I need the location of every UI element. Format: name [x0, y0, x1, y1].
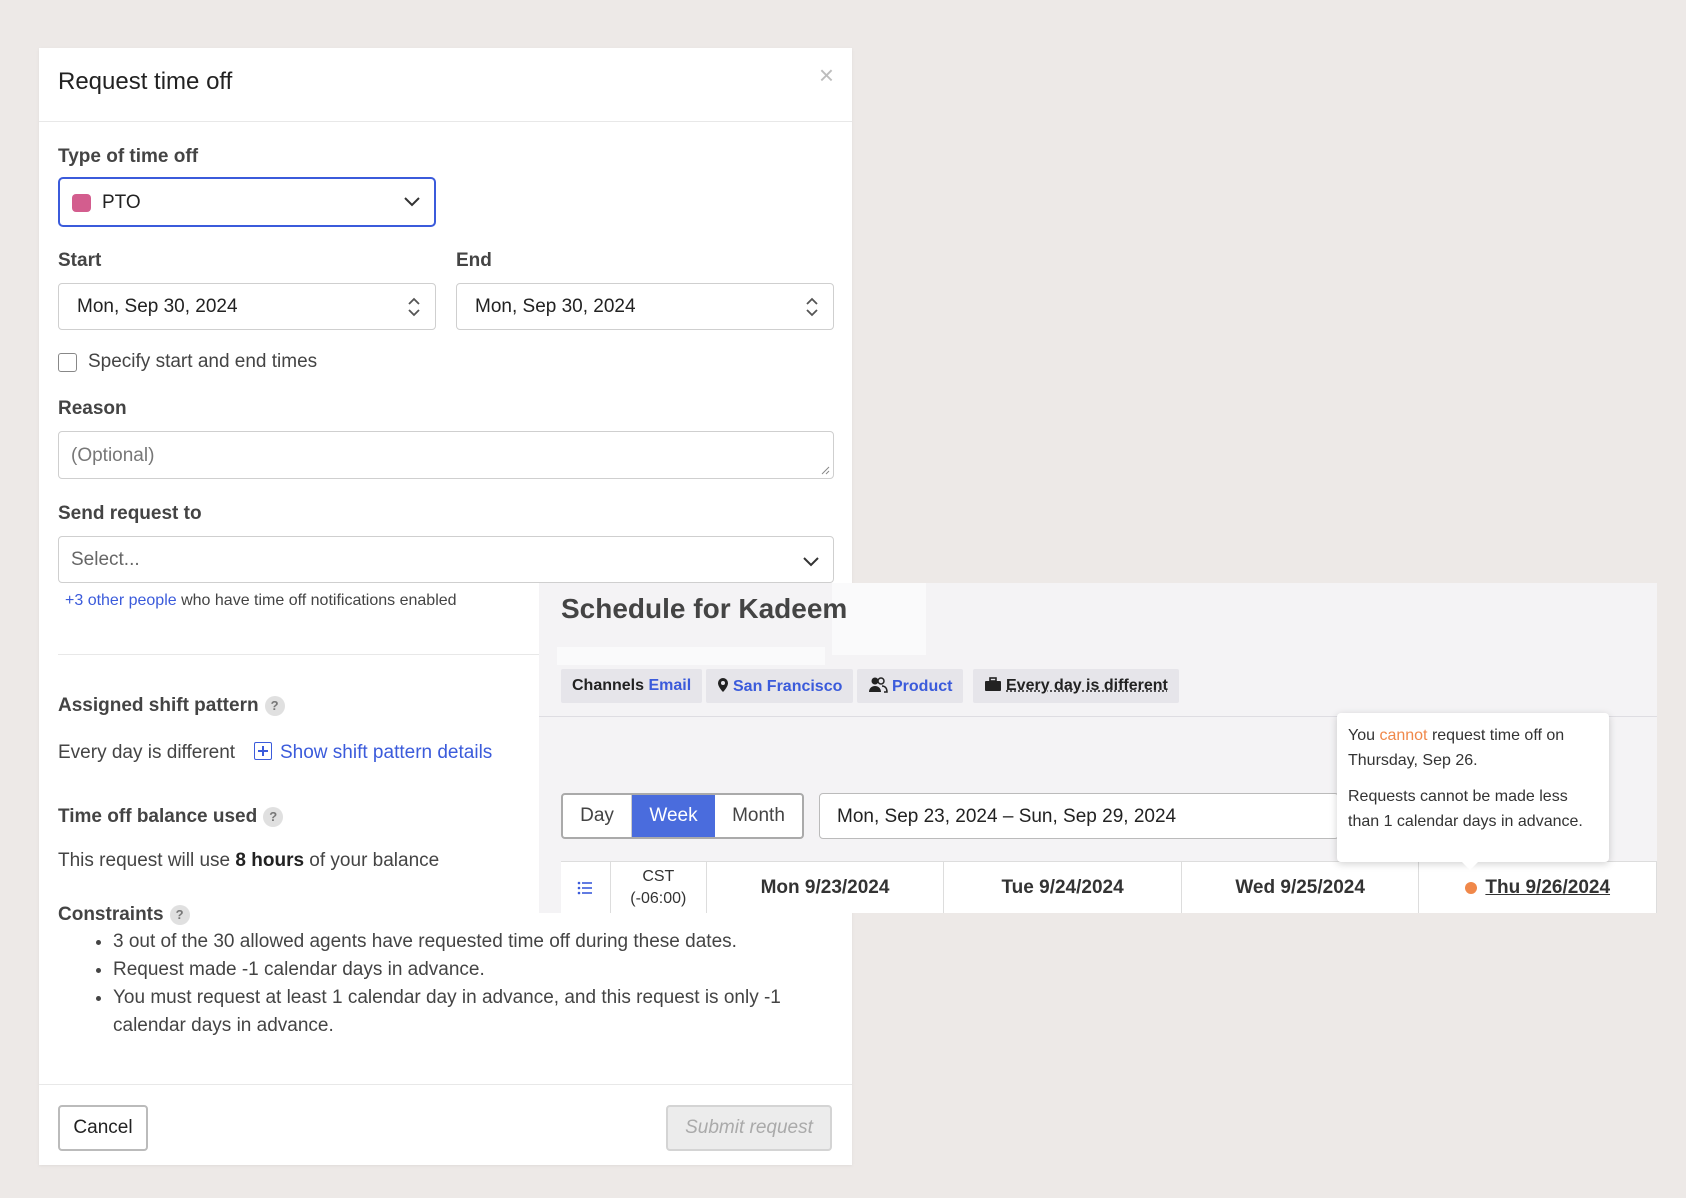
- time-off-type-select[interactable]: PTO: [58, 177, 436, 227]
- channels-label: Channels: [572, 677, 645, 694]
- notification-text: who have time off notifications enabled: [176, 592, 457, 609]
- reason-placeholder: (Optional): [71, 445, 155, 466]
- timezone-offset: (-06:00): [630, 889, 687, 907]
- balance-suffix: of your balance: [304, 850, 440, 871]
- day-header-tue[interactable]: Tue 9/24/2024: [944, 862, 1182, 913]
- type-value: PTO: [102, 192, 141, 213]
- channels-chip: Channels Email: [561, 669, 703, 703]
- pto-color-swatch: [72, 194, 91, 212]
- view-day-button[interactable]: Day: [563, 795, 632, 837]
- reason-label: Reason: [58, 398, 127, 419]
- help-icon[interactable]: ?: [263, 806, 284, 827]
- pattern-value: Every day is different: [1006, 677, 1168, 694]
- chevron-down-icon: [404, 197, 420, 207]
- tooltip-warn: cannot: [1379, 727, 1428, 744]
- send-to-select[interactable]: Select...: [58, 536, 834, 583]
- location-chip[interactable]: San Francisco: [706, 669, 854, 703]
- day-header-wed[interactable]: Wed 9/25/2024: [1182, 862, 1420, 913]
- specify-times-checkbox[interactable]: [58, 353, 77, 372]
- start-date-value: Mon, Sep 30, 2024: [77, 296, 238, 317]
- day-header-thu-label: Thu 9/26/2024: [1485, 876, 1611, 898]
- date-range-field[interactable]: Mon, Sep 23, 2024 – Sun, Sep 29, 2024: [819, 793, 1339, 839]
- view-switcher: Day Week Month: [561, 793, 804, 839]
- start-date-field[interactable]: Mon, Sep 30, 2024: [58, 283, 436, 330]
- shift-pattern-label: Assigned shift pattern: [58, 695, 259, 716]
- timezone-cell: CST (-06:00): [611, 862, 707, 913]
- tooltip-line2: Requests cannot be made less than 1 cale…: [1348, 788, 1583, 830]
- tooltip-prefix: You: [1348, 727, 1380, 744]
- other-people-link[interactable]: +3 other people: [65, 592, 177, 609]
- tooltip-line1: You cannot request time off on Thursday,…: [1348, 723, 1598, 773]
- constraints-list: 3 out of the 30 allowed agents have requ…: [103, 928, 793, 1040]
- warning-dot-icon: [1465, 881, 1478, 894]
- channels-value[interactable]: Email: [648, 677, 691, 694]
- updown-chevron-icon: [408, 297, 420, 317]
- submit-request-button[interactable]: Submit request: [666, 1105, 832, 1151]
- constraint-item: Request made -1 calendar days in advance…: [113, 956, 793, 984]
- start-label: Start: [58, 250, 102, 271]
- schedule-title: Schedule for Kadeem: [561, 593, 848, 624]
- constraints-label: Constraints: [58, 904, 164, 925]
- notification-note: +3 other people who have time off notifi…: [65, 592, 457, 610]
- plus-square-icon: [254, 742, 272, 760]
- footer-divider: [39, 1084, 852, 1085]
- show-shift-pattern-link[interactable]: Show shift pattern details: [254, 742, 492, 764]
- type-label: Type of time off: [58, 146, 199, 167]
- end-label: End: [456, 250, 492, 271]
- briefcase-icon: [985, 677, 1001, 691]
- help-icon[interactable]: ?: [264, 695, 285, 716]
- day-header-mon[interactable]: Mon 9/23/2024: [707, 862, 945, 913]
- cannot-request-tooltip: You cannot request time off on Thursday,…: [1337, 713, 1609, 870]
- team-value: Product: [892, 678, 953, 695]
- modal-header: Request time off ×: [39, 48, 852, 122]
- help-icon[interactable]: ?: [169, 904, 190, 925]
- balance-amount: 8 hours: [235, 850, 305, 871]
- constraints-heading: Constraints?: [58, 904, 190, 926]
- team-chip[interactable]: Product: [857, 669, 964, 703]
- constraint-item: 3 out of the 30 allowed agents have requ…: [113, 928, 793, 956]
- show-shift-pattern-label: Show shift pattern details: [280, 742, 493, 763]
- close-icon[interactable]: ×: [819, 62, 834, 88]
- chevron-down-icon: [803, 557, 819, 567]
- balance-text: This request will use 8 hours of your ba…: [58, 850, 439, 872]
- week-grid-header: CST (-06:00) Mon 9/23/2024 Tue 9/24/2024…: [561, 861, 1657, 913]
- people-icon: [869, 677, 888, 693]
- send-to-placeholder: Select...: [71, 549, 140, 570]
- specify-times-label: Specify start and end times: [88, 351, 318, 372]
- resize-grip-icon[interactable]: [820, 465, 830, 475]
- view-week-button[interactable]: Week: [632, 795, 715, 837]
- day-header-thu[interactable]: Thu 9/26/2024: [1419, 862, 1657, 913]
- location-value: San Francisco: [733, 678, 843, 695]
- reason-textarea[interactable]: (Optional): [58, 431, 834, 479]
- shift-pattern-heading: Assigned shift pattern?: [58, 695, 285, 717]
- end-date-field[interactable]: Mon, Sep 30, 2024: [456, 283, 834, 330]
- view-month-button[interactable]: Month: [715, 795, 802, 837]
- send-to-label: Send request to: [58, 503, 202, 524]
- updown-chevron-icon: [806, 297, 818, 317]
- balance-label: Time off balance used: [58, 806, 258, 827]
- end-date-value: Mon, Sep 30, 2024: [475, 296, 636, 317]
- cancel-button[interactable]: Cancel: [58, 1105, 148, 1151]
- pattern-chip[interactable]: Every day is different: [973, 669, 1179, 703]
- balance-prefix: This request will use: [58, 850, 236, 871]
- balance-heading: Time off balance used?: [58, 806, 284, 828]
- constraint-item: You must request at least 1 calendar day…: [113, 984, 793, 1040]
- modal-title: Request time off: [58, 68, 233, 95]
- shift-pattern-value: Every day is different: [58, 742, 236, 763]
- map-pin-icon: [718, 678, 728, 692]
- placeholder-block: [557, 647, 825, 665]
- date-range-value: Mon, Sep 23, 2024 – Sun, Sep 29, 2024: [837, 806, 1177, 827]
- list-icon[interactable]: [561, 862, 611, 913]
- timezone-name: CST: [642, 867, 675, 885]
